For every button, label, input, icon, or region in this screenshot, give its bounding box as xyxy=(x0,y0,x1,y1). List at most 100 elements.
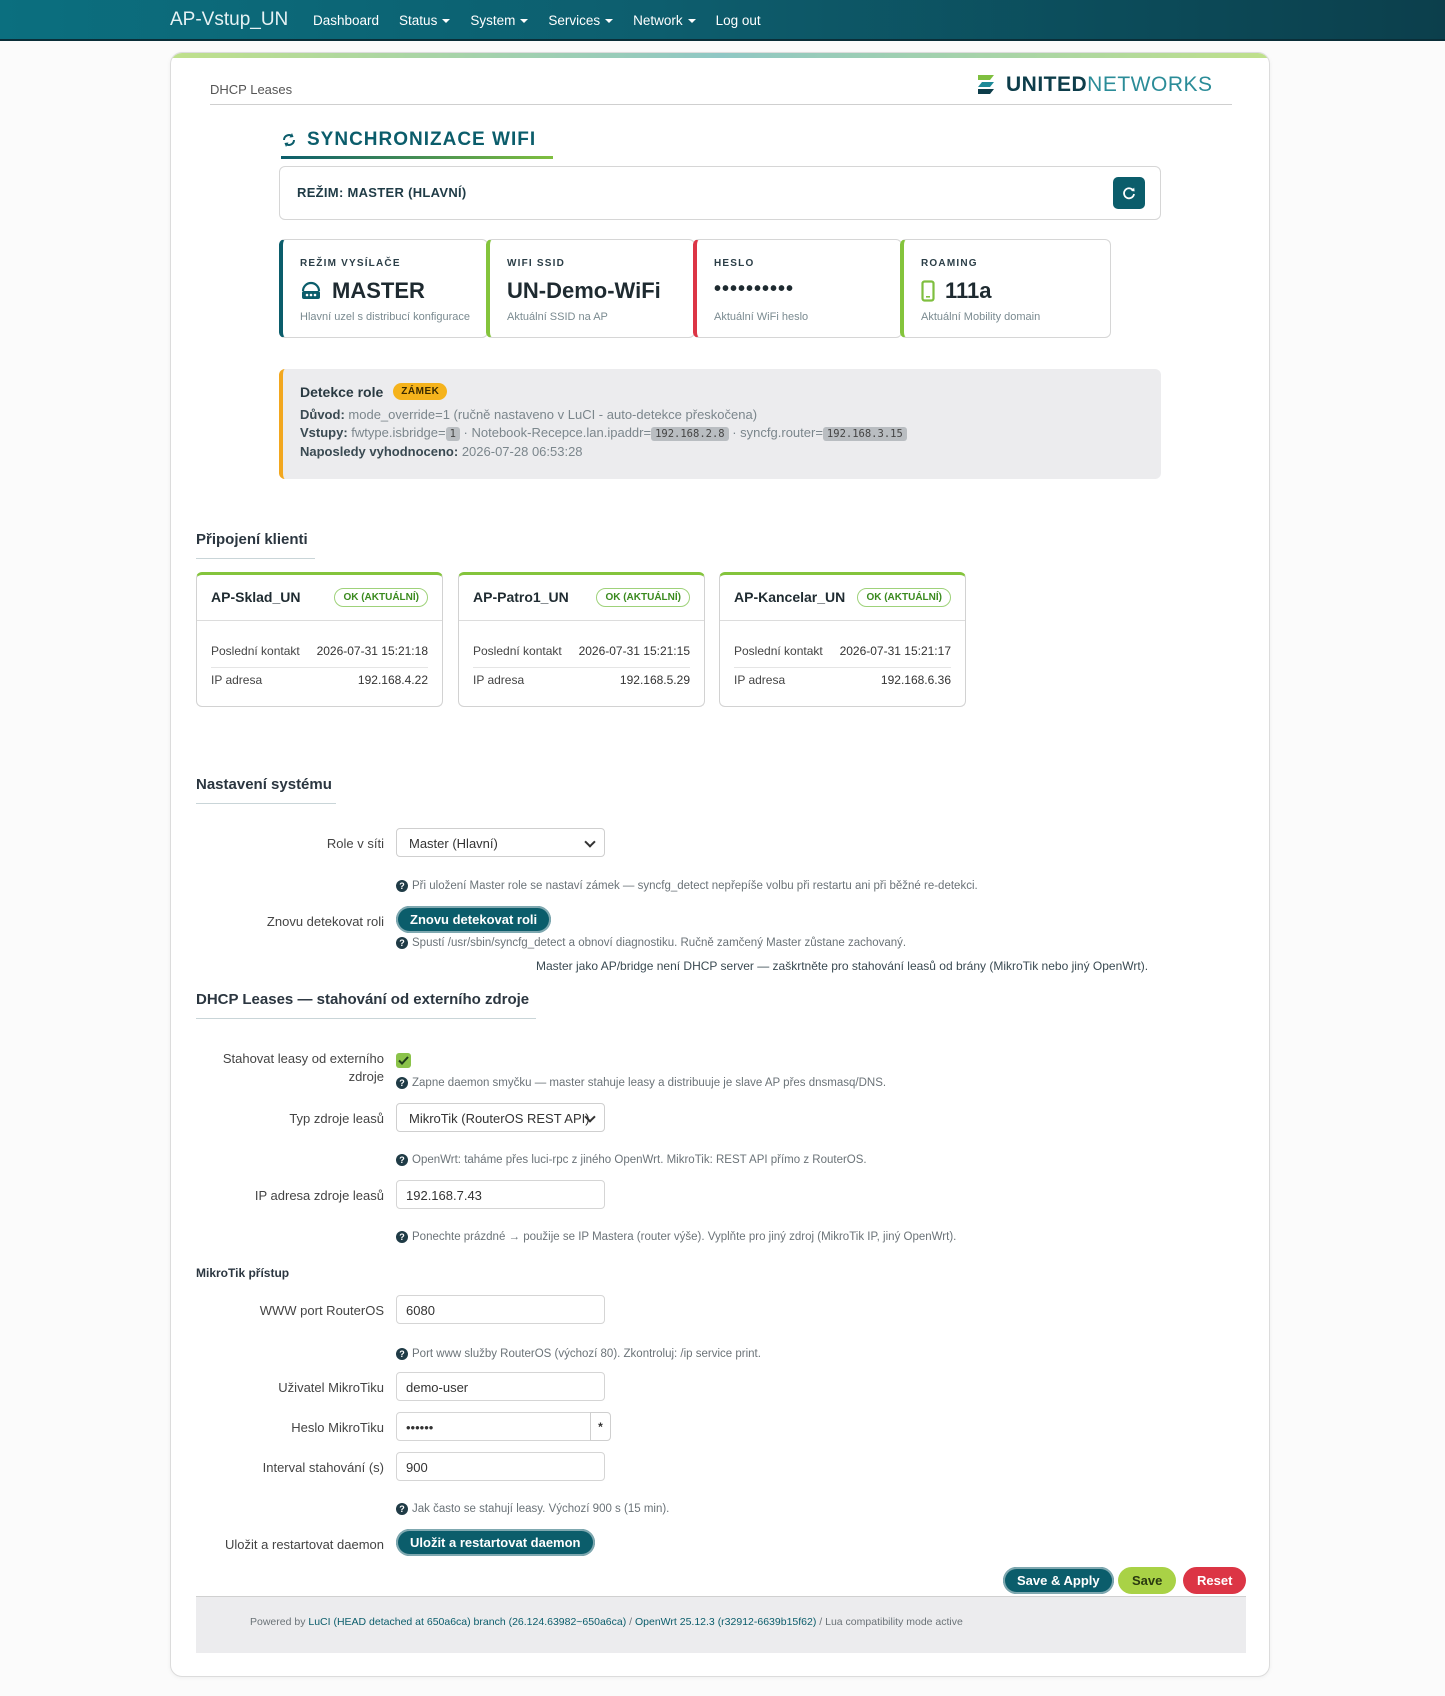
redetect-role-button[interactable]: Znovu detekovat roli xyxy=(396,906,552,933)
stat-value: 111a xyxy=(921,278,992,304)
dhcp-section-underline xyxy=(196,1018,536,1019)
help-icon: ? xyxy=(396,1077,408,1089)
nav-dashboard[interactable]: Dashboard xyxy=(313,13,379,28)
detection-last: Naposledy vyhodnoceno: 2026-07-28 06:53:… xyxy=(300,444,583,459)
dhcp-note: Master jako AP/bridge není DHCP server —… xyxy=(536,959,1149,973)
client-last-contact-label: Poslední kontakt xyxy=(734,644,823,658)
detection-last-value: 2026-07-28 06:53:28 xyxy=(461,444,583,459)
role-detection-title-text: Detekce role xyxy=(300,383,384,400)
client-ip-label: IP adresa xyxy=(473,673,525,687)
mode-label: REŽIM: MASTER (HLAVNÍ) xyxy=(297,185,467,200)
fetch-label-line-1: Stahovat leasy od externího xyxy=(222,1051,384,1066)
stat-label: WIFI SSID xyxy=(507,258,566,269)
stat-value: MASTER xyxy=(300,278,425,304)
detection-inputs-a: fwtype.isbridge= xyxy=(351,425,446,440)
help-icon: ? xyxy=(396,1503,408,1515)
source-type-hint-text: OpenWrt: taháme přes luci-rpc z jiného O… xyxy=(412,1154,867,1166)
mikrotik-access-heading: MikroTik přístup xyxy=(196,1266,290,1280)
detection-inputs-b: · Notebook-Recepce.lan.ipaddr= xyxy=(459,425,652,440)
openwrt-link[interactable]: OpenWrt 25.12.3 (r32912-6639b15f62) xyxy=(635,1616,816,1628)
save-apply-button[interactable]: Save & Apply xyxy=(1003,1567,1114,1594)
sync-icon xyxy=(283,133,295,147)
port-label: WWW port RouterOS xyxy=(259,1303,384,1318)
luci-link[interactable]: LuCI (HEAD detached at 650a6ca) branch (… xyxy=(308,1616,626,1628)
port-input[interactable]: 6080 xyxy=(396,1295,605,1324)
refresh-icon xyxy=(1123,187,1135,200)
interval-value: 900 xyxy=(406,1460,428,1475)
nav-services[interactable]: Services xyxy=(548,13,614,28)
clients-section-title: Připojení klienti xyxy=(196,531,308,548)
nav-network[interactable]: Network xyxy=(633,13,696,28)
client-divider xyxy=(197,620,442,621)
client-ip-value: 192.168.5.29 xyxy=(619,673,690,687)
nav-status[interactable]: Status xyxy=(399,13,451,28)
stat-value: UN-Demo-WiFi xyxy=(507,278,661,304)
stat-sub: Aktuální WiFi heslo xyxy=(714,311,809,323)
logo-text-light: NETWORKS xyxy=(1087,73,1213,96)
detection-reason-label: Důvod: xyxy=(300,407,345,422)
stat-label: ROAMING xyxy=(921,258,978,269)
detection-last-label: Naposledy vyhodnoceno: xyxy=(300,444,459,459)
stat-value-text: MASTER xyxy=(332,278,425,303)
client-last-contact-value: 2026-07-31 15:21:18 xyxy=(316,644,428,658)
port-value: 6080 xyxy=(406,1303,435,1318)
client-last-contact: Poslední kontakt 2026-07-31 15:21:17 xyxy=(734,644,951,668)
stat-value-text: 111a xyxy=(945,278,992,303)
reset-button[interactable]: Reset xyxy=(1183,1567,1247,1594)
card-accent-bar xyxy=(171,53,1269,58)
detection-inputs-c: · syncfg.router= xyxy=(728,425,823,440)
source-ip-input[interactable]: 192.168.7.43 xyxy=(396,1180,605,1209)
caret-down-icon xyxy=(605,19,614,24)
logo-text-bold: UNITED xyxy=(1006,73,1088,96)
client-last-contact-label: Poslední kontakt xyxy=(211,644,300,658)
user-input[interactable]: demo-user xyxy=(396,1372,605,1401)
save-button[interactable]: Save xyxy=(1118,1567,1177,1594)
top-navbar: AP-Vstup_UN Dashboard Status System Serv… xyxy=(0,0,1445,41)
footer-text: Powered by LuCI (HEAD detached at 650a6c… xyxy=(250,1616,963,1628)
hostname-brand[interactable]: AP-Vstup_UN xyxy=(170,9,288,31)
nav-system[interactable]: System xyxy=(470,13,529,28)
mobile-icon xyxy=(921,280,935,302)
refresh-button[interactable] xyxy=(1113,177,1145,209)
main-card: DHCP Leases UNITEDNETWORKS SYNCHRONIZACE… xyxy=(170,52,1270,1677)
system-section-title: Nastavení systému xyxy=(196,776,332,793)
source-type-label: Typ zdroje leasů xyxy=(289,1111,384,1126)
source-ip-hint: ? Ponechte prázdné → použije se IP Master… xyxy=(396,1231,956,1243)
save-restart-daemon-button[interactable]: Uložit a restartovat daemon xyxy=(396,1529,595,1556)
role-select[interactable]: Master (Hlavní) xyxy=(396,828,605,857)
main-nav: Dashboard Status System Services Network… xyxy=(313,13,761,28)
stat-label: REŽIM VYSÍLAČE xyxy=(300,258,401,269)
dhcp-section-title: DHCP Leases — stahování od externího zdr… xyxy=(196,991,530,1008)
clients-section-underline xyxy=(196,558,315,559)
source-type-select[interactable]: MikroTik (RouterOS REST API) xyxy=(396,1103,605,1132)
source-ip-value: 192.168.7.43 xyxy=(406,1188,482,1203)
logo-text: UNITEDNETWORKS xyxy=(1006,73,1213,97)
role-detection-title: Detekce role ZÁMEK xyxy=(300,383,448,400)
unitednetworks-logo: UNITEDNETWORKS xyxy=(976,73,1213,97)
nav-network-label: Network xyxy=(633,13,683,28)
source-type-select-value: MikroTik (RouterOS REST API) xyxy=(409,1111,590,1126)
redetect-hint: ? Spustí /usr/sbin/syncfg_detect a obnoví… xyxy=(396,937,906,949)
footer: Powered by LuCI (HEAD detached at 650a6c… xyxy=(196,1597,1246,1653)
password-reveal-button[interactable]: * xyxy=(590,1412,611,1441)
stat-card-password: HESLO •••••••••• Aktuální WiFi heslo xyxy=(693,239,902,338)
status-badge: OK (AKTUÁLNÍ) xyxy=(596,588,690,607)
user-value: demo-user xyxy=(406,1380,469,1395)
fetch-leases-checkbox[interactable] xyxy=(396,1053,411,1068)
password-value: •••••• xyxy=(406,1420,434,1435)
caret-down-icon xyxy=(442,19,451,24)
stat-card-mode: REŽIM VYSÍLAČE MASTER Hlavní uzel s dist… xyxy=(279,239,488,338)
interval-input[interactable]: 900 xyxy=(396,1452,605,1481)
client-ip: IP adresa 192.168.5.29 xyxy=(473,673,690,687)
role-label: Role v síti xyxy=(326,836,384,851)
nav-logout-label: Log out xyxy=(715,13,761,28)
nav-dashboard-label: Dashboard xyxy=(313,13,380,28)
source-ip-hint-text: Ponechte prázdné → použije se IP Mastera… xyxy=(412,1231,957,1243)
detection-code-isbridge: 1 xyxy=(445,427,460,441)
detection-reason: Důvod: mode_override=1 (ručně nastaveno … xyxy=(300,407,757,422)
nav-logout[interactable]: Log out xyxy=(716,13,761,28)
client-divider xyxy=(720,620,965,621)
password-input[interactable]: •••••• xyxy=(396,1412,591,1441)
stat-label: HESLO xyxy=(714,258,755,269)
nav-status-label: Status xyxy=(399,13,438,28)
